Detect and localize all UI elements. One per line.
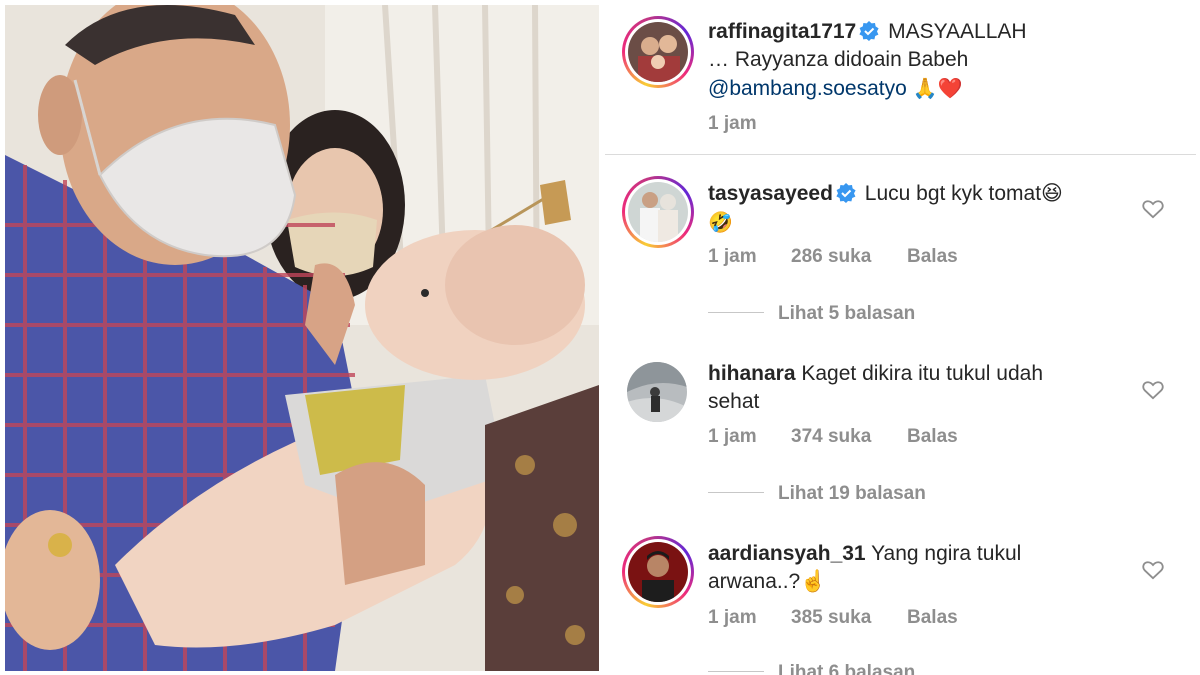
comment-line-1: Kaget dikira itu tukul udah xyxy=(801,362,1044,385)
caption-line-2: … Rayyanza didoain Babeh xyxy=(708,48,969,71)
caption-meta: 1 jam xyxy=(708,113,791,135)
heart-outline-icon[interactable] xyxy=(1142,380,1164,400)
caption-emoji: 🙏❤️ xyxy=(912,76,963,100)
avatar-image xyxy=(627,362,687,422)
comment-text: tasyasayeed Lucu bgt kyk tomat😆 🤣 xyxy=(708,180,1063,237)
caption-username[interactable]: raffinagita1717 xyxy=(708,20,856,43)
comment-meta: 1 jam 286 suka Balas xyxy=(708,246,958,268)
caption-separator xyxy=(605,154,1196,155)
verified-badge-icon xyxy=(859,21,879,41)
post-photo xyxy=(5,5,599,671)
reply-button[interactable]: Balas xyxy=(907,246,958,268)
comment-line-2: sehat xyxy=(708,390,760,413)
comment-time[interactable]: 1 jam xyxy=(708,607,791,629)
view-replies-button[interactable]: Lihat 6 balasan xyxy=(708,662,915,675)
reply-button[interactable]: Balas xyxy=(907,607,958,629)
comment-meta: 1 jam 374 suka Balas xyxy=(708,426,958,448)
comment-time[interactable]: 1 jam xyxy=(708,426,791,448)
view-replies-label: Lihat 6 balasan xyxy=(778,662,916,675)
comment-text: aardiansyah_31 Yang ngira tukul arwana..… xyxy=(708,540,1021,596)
avatar-image xyxy=(628,182,688,242)
comment-likes[interactable]: 374 suka xyxy=(791,426,907,448)
photo-illustration xyxy=(5,5,599,671)
comment-likes[interactable]: 385 suka xyxy=(791,607,907,629)
comments-panel: raffinagita1717 MASYAALLAH … Rayyanza di… xyxy=(605,0,1200,675)
caption-line-1: MASYAALLAH xyxy=(888,20,1027,43)
comment-line-2: arwana..?☝️ xyxy=(708,570,827,593)
comment-time[interactable]: 1 jam xyxy=(708,246,791,268)
caption-time[interactable]: 1 jam xyxy=(708,113,791,135)
comment-username[interactable]: aardiansyah_31 xyxy=(708,542,866,565)
verified-badge-icon xyxy=(836,183,856,203)
view-replies-button[interactable]: Lihat 19 balasan xyxy=(708,483,926,505)
heart-outline-icon[interactable] xyxy=(1142,199,1164,219)
caption-mention-link[interactable]: @bambang.soesatyo xyxy=(708,77,907,100)
replies-dash xyxy=(708,671,764,672)
avatar-image xyxy=(628,22,688,82)
comment-avatar-tasyasayeed[interactable] xyxy=(622,176,694,248)
comment-avatar-hihanara[interactable] xyxy=(627,362,687,422)
view-replies-button[interactable]: Lihat 5 balasan xyxy=(708,303,915,325)
comment-text: hihanara Kaget dikira itu tukul udah seh… xyxy=(708,360,1043,416)
comment-username[interactable]: tasyasayeed xyxy=(708,182,833,205)
comment-username[interactable]: hihanara xyxy=(708,362,796,385)
replies-dash xyxy=(708,312,764,313)
replies-dash xyxy=(708,492,764,493)
view-replies-label: Lihat 19 balasan xyxy=(778,483,926,504)
comment-line-1: Yang ngira tukul xyxy=(871,542,1022,565)
comment-line-1: Lucu bgt kyk tomat😆 xyxy=(864,182,1063,205)
view-replies-label: Lihat 5 balasan xyxy=(778,303,916,324)
heart-outline-icon[interactable] xyxy=(1142,560,1164,580)
caption-text: raffinagita1717 MASYAALLAH … Rayyanza di… xyxy=(708,18,1027,103)
comment-likes[interactable]: 286 suka xyxy=(791,246,907,268)
caption-avatar[interactable] xyxy=(622,16,694,88)
comment-avatar-aardiansyah[interactable] xyxy=(622,536,694,608)
comment-line-2: 🤣 xyxy=(708,210,733,234)
comment-meta: 1 jam 385 suka Balas xyxy=(708,607,958,629)
avatar-image xyxy=(628,542,688,602)
reply-button[interactable]: Balas xyxy=(907,426,958,448)
